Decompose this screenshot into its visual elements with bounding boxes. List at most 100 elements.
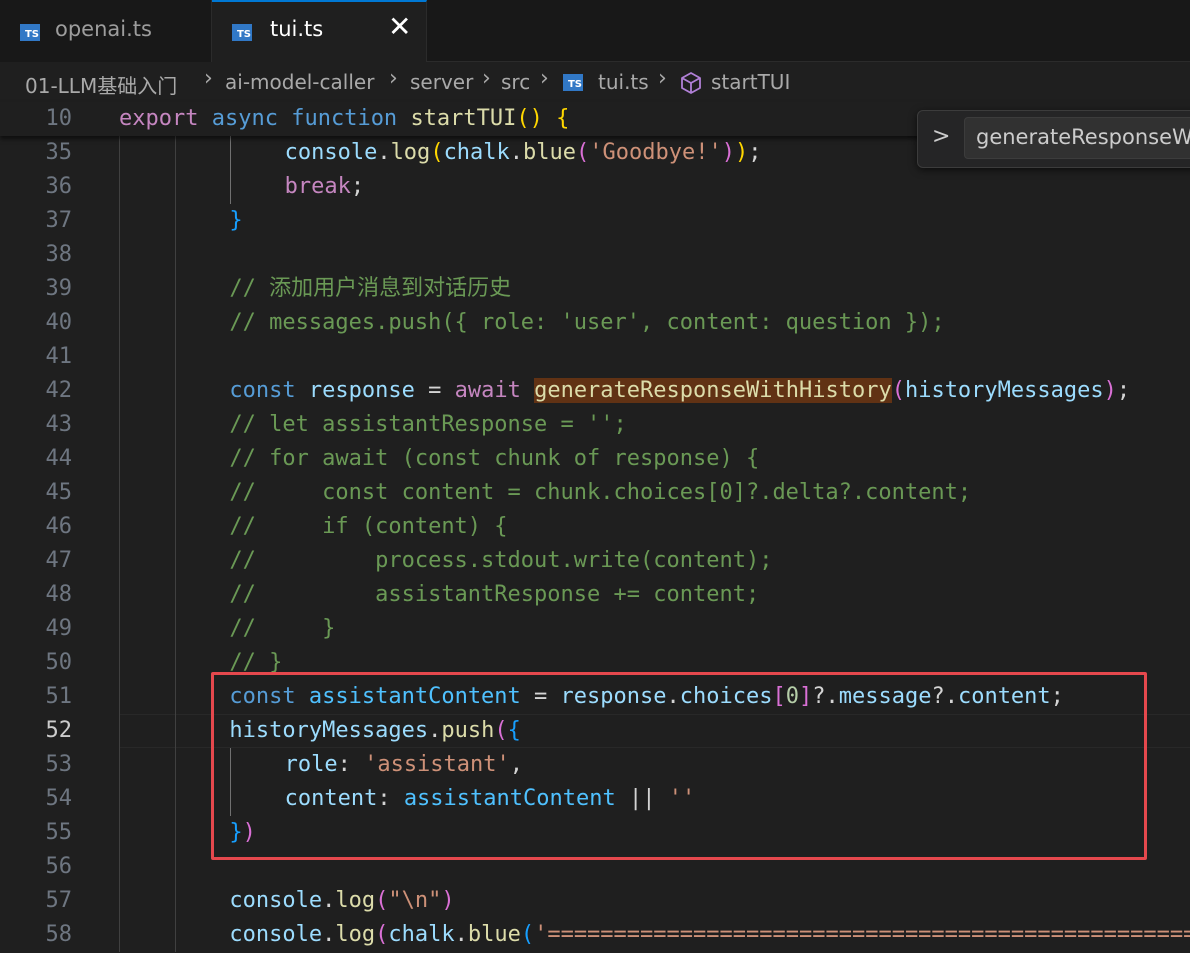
code-token: . [454, 922, 468, 947]
breadcrumb-item-folder[interactable]: 01-LLM基础入门 [25, 70, 177, 99]
code-token: ( [375, 888, 389, 913]
code-line[interactable]: 55}) [0, 816, 1190, 850]
code-line[interactable]: 57 console.log("\n") [0, 884, 1190, 918]
find-widget: > generateResponseWithHistory [917, 110, 1190, 168]
code-line[interactable]: 56 [0, 850, 1190, 884]
code-line[interactable]: 46 // if (content) { [0, 510, 1190, 544]
code-token: // if (content) { [229, 514, 508, 539]
typescript-file-icon: TS [20, 24, 40, 41]
breadcrumb-item-file[interactable]: tui.ts [598, 70, 649, 94]
indent-guide [230, 782, 231, 816]
code-token: response [560, 684, 667, 709]
indent-guide [175, 544, 176, 578]
indent-guide [175, 170, 176, 204]
code-token: // messages.push({ role: 'user', content… [229, 310, 945, 335]
indent-guide [119, 408, 120, 442]
code-line[interactable]: 54 content: assistantContent || '' [0, 782, 1190, 816]
indent-guide [175, 612, 176, 646]
line-number: 41 [45, 344, 73, 369]
breadcrumb-item-folder[interactable]: ai-model-caller [225, 70, 374, 94]
indent-guide [175, 136, 176, 170]
indent-guide [119, 204, 120, 238]
code-line[interactable]: 37} [0, 204, 1190, 238]
breadcrumb-item-symbol[interactable]: startTUI [711, 70, 790, 94]
indent-guide [175, 272, 176, 306]
tab-openai-ts[interactable]: TS openai.ts [0, 0, 212, 62]
indent-guide [119, 272, 120, 306]
line-number: 56 [45, 854, 73, 879]
code-line[interactable]: 47 // process.stdout.write(content); [0, 544, 1190, 578]
code-token: assistantContent [308, 684, 521, 709]
indent-guide [175, 510, 176, 544]
code-token: // } [229, 650, 283, 675]
indent-guide [175, 204, 176, 238]
code-token: 'Goodbye!' [589, 140, 722, 165]
code-line[interactable]: 51 const assistantContent = response.choi… [0, 680, 1190, 714]
editor-tab-bar: TS openai.ts TS tui.ts ✕ [0, 0, 1190, 62]
indent-guide [175, 238, 176, 272]
code-token: break [284, 174, 351, 199]
indent-guide [230, 748, 231, 782]
code-line[interactable]: 41 [0, 340, 1190, 374]
typescript-file-icon: TS [563, 74, 583, 91]
code-line[interactable]: 43 // let assistantResponse = ''; [0, 408, 1190, 442]
code-token: ( [494, 718, 508, 743]
code-token: response [308, 378, 415, 403]
code-token: generateResponseWithHistory [534, 378, 892, 403]
indent-guide [119, 816, 120, 850]
indent-guide [175, 646, 176, 680]
code-line[interactable]: 49 // } [0, 612, 1190, 646]
code-line[interactable]: 44 // for await (const chunk of response)… [0, 442, 1190, 476]
code-token: message [838, 684, 932, 709]
line-number: 46 [45, 514, 73, 539]
code-line[interactable]: 58 console.log(chalk.blue('==============… [0, 918, 1190, 952]
code-text: role: 'assistant', [285, 748, 523, 782]
line-number: 37 [45, 208, 73, 233]
code-token: historyMessages [904, 378, 1104, 403]
line-number: 43 [45, 412, 73, 437]
chevron-right-icon: › [540, 66, 549, 91]
tab-tui-ts[interactable]: TS tui.ts ✕ [212, 0, 427, 62]
code-token: // } [229, 616, 336, 641]
line-number: 45 [45, 480, 73, 505]
indent-guide [119, 646, 120, 680]
line-number: 38 [45, 242, 73, 267]
chevron-right-icon[interactable]: > [932, 124, 950, 149]
breadcrumb-item-folder[interactable]: src [501, 70, 530, 94]
code-editor[interactable]: 35 console.log(chalk.blue('Goodbye!')); 36… [0, 102, 1190, 953]
code-token: . [666, 684, 680, 709]
code-line[interactable]: 53 role: 'assistant', [0, 748, 1190, 782]
code-line[interactable]: 50 // } [0, 646, 1190, 680]
code-token: content [957, 684, 1051, 709]
code-line[interactable]: 39 // 添加用户消息到对话历史 [0, 272, 1190, 306]
code-token: ; [748, 140, 762, 165]
code-text: // for await (const chunk of response) { [229, 442, 759, 476]
close-icon[interactable]: ✕ [388, 13, 411, 41]
code-token: [ [772, 684, 786, 709]
breadcrumb-item-folder[interactable]: server [410, 70, 473, 94]
code-line[interactable]: 42 const response = await generateRespons… [0, 374, 1190, 408]
code-text: console.log("\n") [229, 884, 454, 918]
code-line[interactable]: 45 // const content = chunk.choices[0]?.d… [0, 476, 1190, 510]
indent-guide [175, 816, 176, 850]
line-number: 49 [45, 616, 73, 641]
indent-guide [175, 578, 176, 612]
code-line[interactable]: 36 break; [0, 170, 1190, 204]
code-token: export [119, 106, 199, 131]
find-input[interactable]: generateResponseWithHistory [964, 117, 1190, 159]
code-token: : [377, 786, 404, 811]
code-line[interactable]: 52 historyMessages.push({ [0, 714, 1190, 748]
line-number: 40 [45, 310, 73, 335]
code-line[interactable]: 48 // assistantResponse += content; [0, 578, 1190, 612]
line-number: 57 [45, 888, 73, 913]
code-token: ( [430, 140, 444, 165]
code-token: ) [721, 140, 735, 165]
code-text: // let assistantResponse = ''; [229, 408, 626, 442]
code-token: . [377, 140, 391, 165]
code-line[interactable]: 38 [0, 238, 1190, 272]
indent-guide [119, 374, 120, 408]
code-line[interactable]: 40 // messages.push({ role: 'user', conte… [0, 306, 1190, 340]
